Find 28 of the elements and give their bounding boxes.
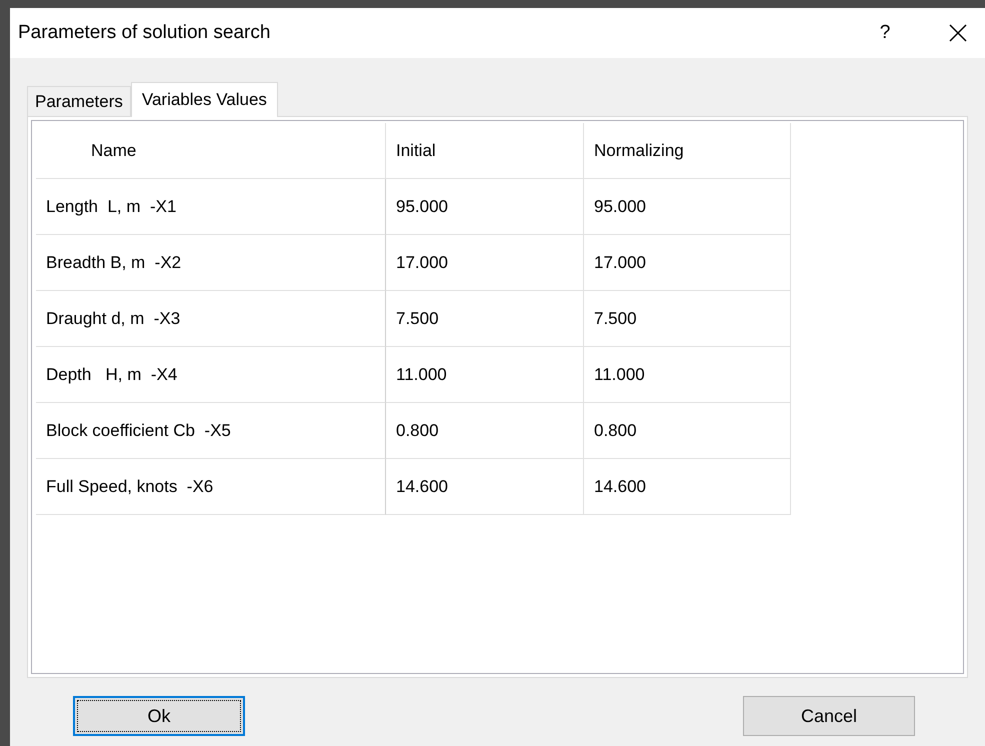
table-cell: 95.000 [386,179,584,235]
table-cell: Breadth B, m -X2 [36,235,386,291]
table-cell: 14.600 [584,459,791,515]
table-cell: 0.800 [386,403,584,459]
table-cell: Full Speed, knots -X6 [36,459,386,515]
table-cell: 17.000 [584,235,791,291]
table-cell: 11.000 [386,347,584,403]
table-cell: 11.000 [584,347,791,403]
column-header: Initial [386,123,584,179]
table-cell: Draught d, m -X3 [36,291,386,347]
ok-button[interactable]: Ok [73,696,245,736]
table-cell: 7.500 [584,291,791,347]
close-icon[interactable] [949,24,967,42]
tab[interactable]: Parameters [27,86,131,116]
cancel-button[interactable]: Cancel [743,696,915,736]
tab[interactable]: Variables Values [130,82,278,117]
table-cell: 0.800 [584,403,791,459]
column-header: Name [36,123,386,179]
table-cell: 95.000 [584,179,791,235]
window-title: Parameters of solution search [18,20,272,45]
help-button[interactable]: ? [865,18,905,48]
table-cell: 7.500 [386,291,584,347]
table-cell: 17.000 [386,235,584,291]
table-cell: Depth H, m -X4 [36,347,386,403]
table-cell: 14.600 [386,459,584,515]
table-cell: Length L, m -X1 [36,179,386,235]
column-header: Normalizing [584,123,791,179]
table-cell: Block coefficient Cb -X5 [36,403,386,459]
